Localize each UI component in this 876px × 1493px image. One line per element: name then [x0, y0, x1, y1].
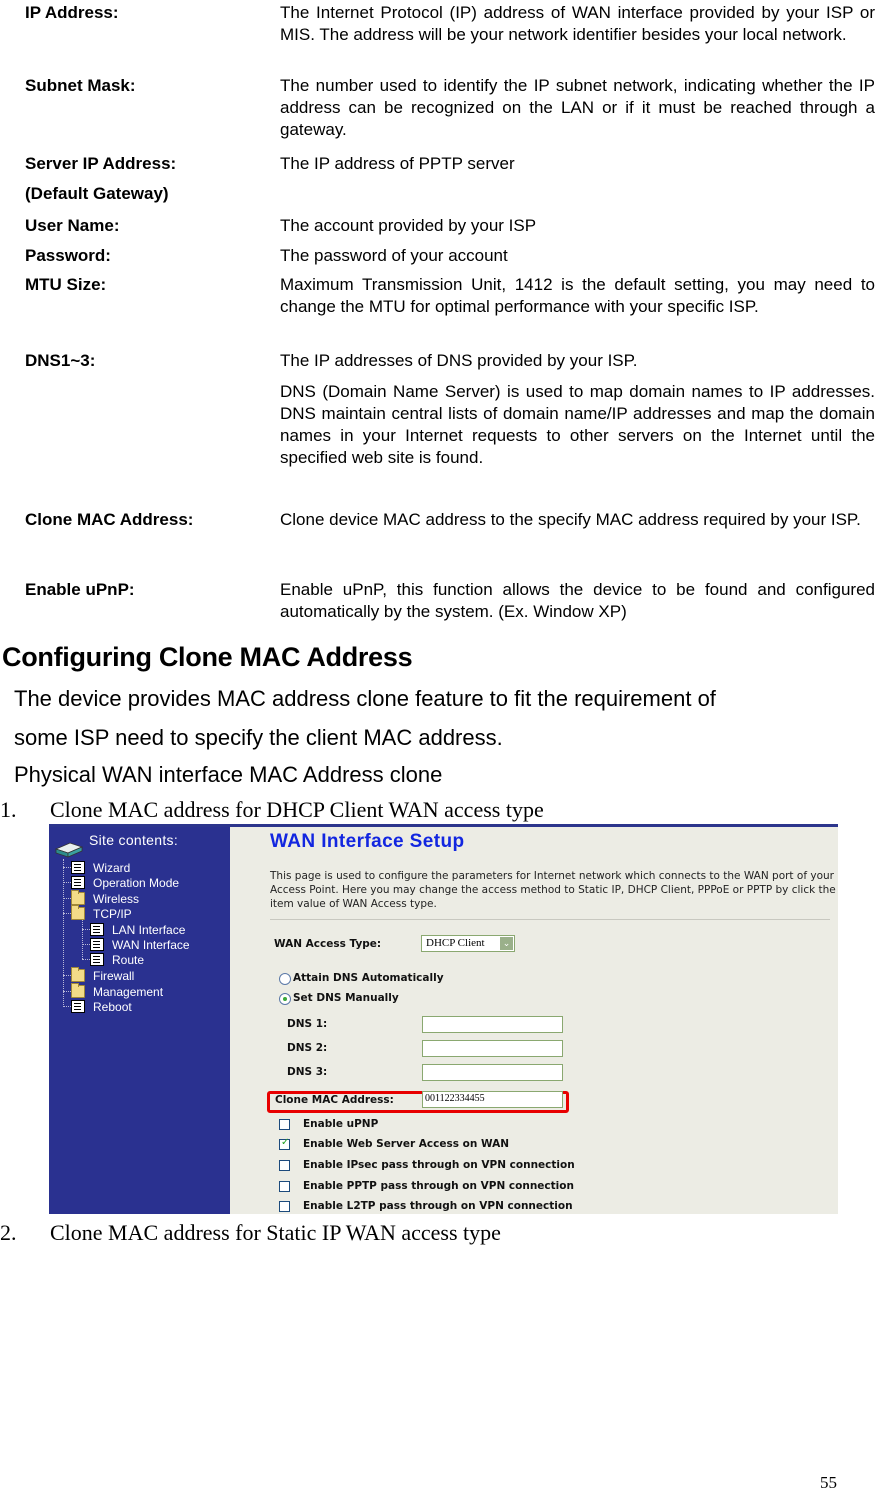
site-contents-sidebar: Site contents: Wizard Operation Mode Wir…: [49, 827, 230, 1214]
folder-icon: [71, 983, 85, 998]
checkbox-label: Enable IPsec pass through on VPN connect…: [303, 1159, 575, 1171]
wan-setup-screenshot: Site contents: Wizard Operation Mode Wir…: [49, 824, 838, 1214]
step-number: 2.: [0, 1220, 17, 1245]
sidebar-title: Site contents:: [89, 832, 179, 848]
dns3-label: DNS 3:: [287, 1066, 328, 1078]
sidebar-item-wizard[interactable]: Wizard: [71, 860, 130, 875]
term-label: Subnet Mask:: [25, 76, 136, 95]
term-description: The IP addresses of DNS provided by your…: [280, 351, 638, 370]
sidebar-item-route[interactable]: Route: [90, 952, 144, 967]
sidebar-item-lan-interface[interactable]: LAN Interface: [90, 922, 185, 937]
term-description: The number used to identify the IP subne…: [280, 76, 875, 139]
checkbox-label: Enable PPTP pass through on VPN connecti…: [303, 1180, 574, 1192]
document-icon: [71, 861, 85, 874]
term-label: Password:: [25, 246, 111, 265]
wan-setup-content: WAN Interface Setup This page is used to…: [230, 827, 838, 1214]
sidebar-item-firewall[interactable]: Firewall: [71, 967, 134, 983]
document-icon: [90, 938, 104, 951]
checkbox-label: Enable uPNP: [303, 1118, 379, 1130]
intro-line: some ISP need to specify the client MAC …: [14, 725, 503, 750]
wan-access-type-label: WAN Access Type:: [274, 938, 382, 950]
document-icon: [90, 953, 104, 966]
chevron-down-icon[interactable]: ⌄: [500, 937, 513, 950]
term-label: User Name:: [25, 216, 120, 235]
checkbox-label: Enable L2TP pass through on VPN connecti…: [303, 1200, 573, 1212]
document-icon: [71, 1000, 85, 1013]
term-description: The password of your account: [280, 246, 508, 265]
dns2-input[interactable]: [422, 1040, 563, 1057]
step-text: Clone MAC address for DHCP Client WAN ac…: [50, 797, 544, 822]
term-label: Enable uPnP:: [25, 580, 135, 599]
tree-line: [82, 917, 83, 959]
radio-attain-dns-auto[interactable]: [279, 973, 291, 985]
term-label: Server IP Address:: [25, 154, 177, 173]
term-description: The IP address of PPTP server: [280, 154, 515, 173]
folder-icon: [71, 967, 85, 982]
sidebar-item-operation-mode[interactable]: Operation Mode: [71, 875, 179, 890]
term-description: The Internet Protocol (IP) address of WA…: [280, 3, 875, 44]
page-description: This page is used to configure the param…: [270, 870, 836, 910]
checkbox-ipsec-passthrough[interactable]: [279, 1160, 290, 1171]
sidebar-item-management[interactable]: Management: [71, 983, 163, 999]
dns1-label: DNS 1:: [287, 1018, 328, 1030]
dns1-input[interactable]: [422, 1016, 563, 1033]
section-title: Configuring Clone MAC Address: [2, 642, 413, 672]
sidebar-item-wan-interface[interactable]: WAN Interface: [90, 937, 190, 952]
clone-mac-label: Clone MAC Address:: [275, 1094, 394, 1106]
dns3-input[interactable]: [422, 1064, 563, 1081]
step-text: Clone MAC address for Static IP WAN acce…: [50, 1220, 501, 1245]
sidebar-item-tcp-ip[interactable]: TCP/IP: [71, 905, 132, 921]
term-description: The account provided by your ISP: [280, 216, 537, 235]
checkbox-pptp-passthrough[interactable]: [279, 1181, 290, 1192]
radio-set-dns-manual[interactable]: [279, 993, 291, 1005]
page-title: WAN Interface Setup: [270, 831, 465, 852]
radio-label: Set DNS Manually: [293, 992, 399, 1004]
sidebar-item-wireless[interactable]: Wireless: [71, 890, 139, 906]
radio-label: Attain DNS Automatically: [293, 972, 444, 984]
step-number: 1.: [0, 797, 17, 822]
sidebar-item-reboot[interactable]: Reboot: [71, 999, 132, 1014]
intro-line: Physical WAN interface MAC Address clone: [14, 762, 443, 787]
page-number: 55: [820, 1473, 837, 1492]
intro-line: The device provides MAC address clone fe…: [14, 686, 716, 711]
dns2-label: DNS 2:: [287, 1042, 328, 1054]
checkbox-enable-upnp[interactable]: [279, 1119, 290, 1130]
clone-mac-input[interactable]: 001122334455: [422, 1091, 563, 1108]
document-icon: [71, 876, 85, 889]
document-icon: [90, 923, 104, 936]
checkbox-label: Enable Web Server Access on WAN: [303, 1138, 510, 1150]
term-label: Clone MAC Address:: [25, 510, 194, 529]
folder-icon: [71, 890, 85, 905]
checkbox-l2tp-passthrough[interactable]: [279, 1201, 290, 1212]
checkbox-web-server-access[interactable]: [279, 1137, 290, 1150]
term-label: IP Address:: [25, 3, 119, 22]
term-label-secondary: (Default Gateway): [25, 184, 169, 203]
term-description-extra: DNS (Domain Name Server) is used to map …: [280, 382, 875, 467]
wan-access-type-select[interactable]: DHCP Client ⌄: [421, 935, 515, 952]
folder-open-icon: [71, 905, 85, 920]
term-description: Enable uPnP, this function allows the de…: [280, 580, 875, 621]
divider: [270, 919, 830, 920]
term-label: DNS1~3:: [25, 351, 96, 370]
term-description: Clone device MAC address to the specify …: [280, 510, 861, 529]
drive-icon: [54, 842, 84, 858]
term-label: MTU Size:: [25, 275, 107, 294]
term-description: Maximum Transmission Unit, 1412 is the d…: [280, 275, 875, 316]
